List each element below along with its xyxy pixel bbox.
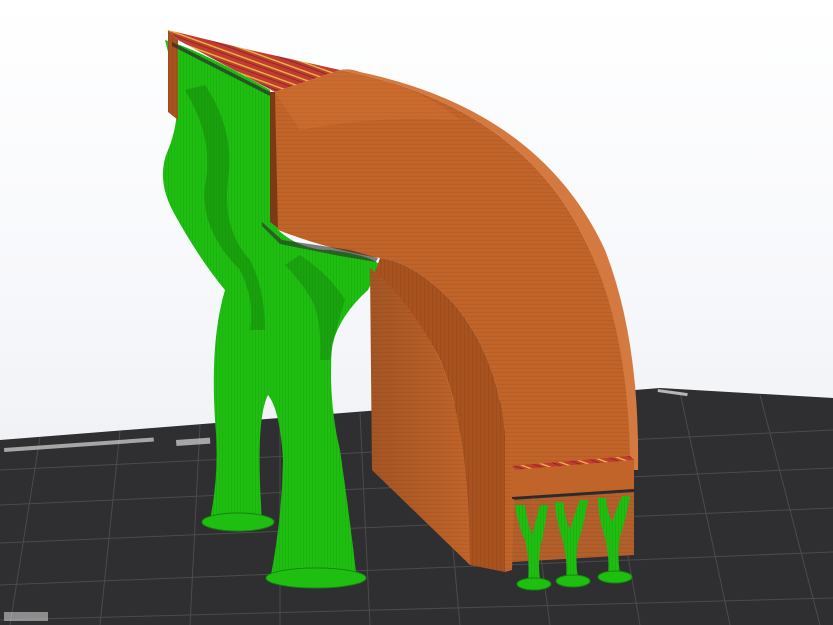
- small-support-base: [555, 574, 591, 588]
- 3d-viewport[interactable]: [0, 0, 833, 625]
- small-support-base: [597, 570, 633, 584]
- tree-support-base: [201, 512, 275, 532]
- tree-support-base: [265, 567, 367, 589]
- small-support-base: [516, 577, 552, 591]
- slice-preview-scene[interactable]: [0, 0, 833, 625]
